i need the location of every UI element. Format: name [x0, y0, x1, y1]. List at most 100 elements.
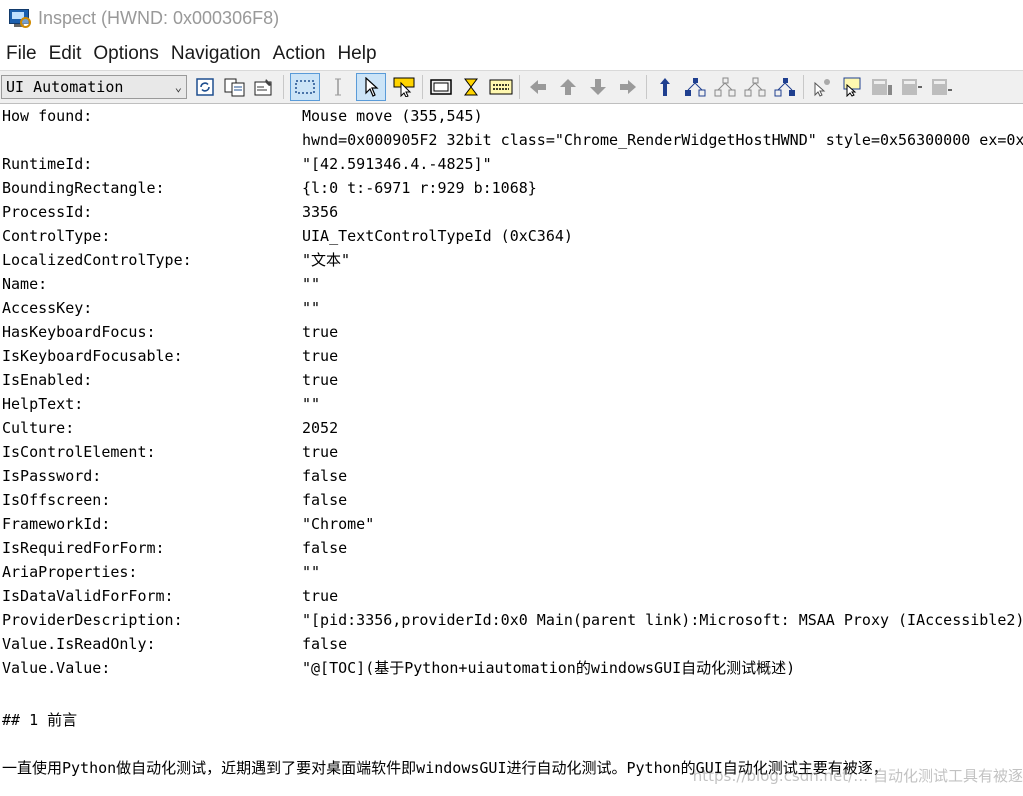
property-value: "文本": [302, 251, 351, 269]
inspect-app-icon: [8, 8, 31, 28]
property-value: true: [302, 587, 339, 605]
property-row[interactable]: How found: Mouse move (355,545): [0, 104, 1023, 128]
navigate-up-icon[interactable]: [556, 75, 580, 99]
property-value: UIA_TextControlTypeId (0xC364): [302, 227, 573, 245]
property-value: hwnd=0x000905F2 32bit class="Chrome_Rend…: [302, 131, 1023, 149]
property-row[interactable]: HasKeyboardFocus: true: [0, 320, 1023, 344]
property-row[interactable]: IsKeyboardFocusable: true: [0, 344, 1023, 368]
tree-next-icon[interactable]: [743, 75, 767, 99]
refresh-icon[interactable]: [193, 75, 217, 99]
toolbar-separator: [646, 75, 647, 99]
property-key: BoundingRectangle:: [2, 179, 165, 197]
property-key: ProcessId:: [2, 203, 93, 221]
toolbar-separator: [803, 75, 804, 99]
property-value: false: [302, 467, 348, 485]
menu-bar: File Edit Options Navigation Action Help: [0, 40, 1023, 68]
property-row[interactable]: IsPassword: false: [0, 464, 1023, 488]
tree-previous-icon[interactable]: [713, 75, 737, 99]
property-value: "": [302, 275, 321, 293]
property-key: ControlType:: [2, 227, 111, 245]
tooltip-icon[interactable]: [489, 75, 513, 99]
property-key: IsControlElement:: [2, 443, 156, 461]
property-value: {l:0 t:-6971 r:929 b:1068}: [302, 179, 537, 197]
property-row[interactable]: FrameworkId: "Chrome": [0, 512, 1023, 536]
menu-edit[interactable]: Edit: [43, 43, 88, 65]
property-row[interactable]: AriaProperties: "": [0, 560, 1023, 584]
title-bar: Inspect (HWND: 0x000306F8): [0, 0, 1023, 36]
navigate-left-icon[interactable]: [526, 75, 550, 99]
property-key: AriaProperties:: [2, 563, 138, 581]
menu-navigation[interactable]: Navigation: [165, 43, 267, 65]
property-value: true: [302, 347, 339, 365]
content-heading: ## 1 前言: [2, 711, 78, 729]
property-value: true: [302, 443, 339, 461]
property-key: Value.Value:: [2, 659, 111, 677]
property-row[interactable]: HelpText: "": [0, 392, 1023, 416]
select-icon[interactable]: [840, 75, 864, 99]
mode-select[interactable]: UI Automation ⌄: [1, 75, 187, 99]
property-row[interactable]: IsDataValidForForm: true: [0, 584, 1023, 608]
tree-last-child-icon[interactable]: [773, 75, 797, 99]
properties-pane[interactable]: How found: Mouse move (355,545) hwnd=0x000…: [0, 104, 1023, 796]
parent-icon[interactable]: [653, 75, 677, 99]
property-key: Name:: [2, 275, 48, 293]
navigate-right-icon[interactable]: [616, 75, 640, 99]
property-row[interactable]: Value.Value: "@[TOC](基于Python+uiautomatio…: [0, 656, 1023, 680]
property-value: "[42.591346.4.-4825]": [302, 155, 492, 173]
scroll-icon[interactable]: [870, 75, 894, 99]
property-key: RuntimeId:: [2, 155, 93, 173]
toolbar-separator: [519, 75, 520, 99]
property-value: 2052: [302, 419, 339, 437]
show-rectangle-icon[interactable]: [429, 75, 453, 99]
menu-action[interactable]: Action: [267, 43, 332, 65]
menu-help[interactable]: Help: [331, 43, 382, 65]
property-row[interactable]: LocalizedControlType: "文本": [0, 248, 1023, 272]
property-row[interactable]: hwnd=0x000905F2 32bit class="Chrome_Rend…: [0, 128, 1023, 152]
property-row[interactable]: IsRequiredForForm: false: [0, 536, 1023, 560]
watch-cursor-icon[interactable]: [356, 73, 386, 101]
property-row[interactable]: RuntimeId: "[42.591346.4.-4825]": [0, 152, 1023, 176]
expand-icon[interactable]: [900, 75, 924, 99]
properties-icon[interactable]: [253, 75, 277, 99]
property-row[interactable]: AccessKey: "": [0, 296, 1023, 320]
window-title: Inspect (HWND: 0x000306F8): [38, 7, 280, 28]
tree-first-child-icon[interactable]: [683, 75, 707, 99]
property-key: IsPassword:: [2, 467, 102, 485]
toolbar-separator: [283, 75, 284, 99]
property-row[interactable]: ProviderDescription: "[pid:3356,providerI…: [0, 608, 1023, 632]
default-action-icon[interactable]: [810, 75, 834, 99]
navigate-down-icon[interactable]: [586, 75, 610, 99]
property-key: ProviderDescription:: [2, 611, 183, 629]
copy-icon[interactable]: [223, 75, 247, 99]
property-value: Mouse move (355,545): [302, 107, 483, 125]
watch-focus-icon[interactable]: [290, 73, 320, 101]
property-key: IsEnabled:: [2, 371, 93, 389]
collapse-icon[interactable]: [930, 75, 954, 99]
property-row[interactable]: BoundingRectangle: {l:0 t:-6971 r:929 b:1…: [0, 176, 1023, 200]
property-key: HelpText:: [2, 395, 84, 413]
property-key: LocalizedControlType:: [2, 251, 192, 269]
property-row[interactable]: IsControlElement: true: [0, 440, 1023, 464]
toolbar-separator: [422, 75, 423, 99]
menu-file[interactable]: File: [0, 43, 43, 65]
hourglass-icon[interactable]: [459, 75, 483, 99]
property-value: false: [302, 491, 348, 509]
property-key: FrameworkId:: [2, 515, 111, 533]
property-row[interactable]: Name: "": [0, 272, 1023, 296]
property-key: AccessKey:: [2, 299, 93, 317]
highlight-icon[interactable]: [392, 75, 416, 99]
property-row[interactable]: Value.IsReadOnly: false: [0, 632, 1023, 656]
property-key: IsRequiredForForm:: [2, 539, 165, 557]
property-row[interactable]: ProcessId: 3356: [0, 200, 1023, 224]
property-row[interactable]: IsOffscreen: false: [0, 488, 1023, 512]
property-value: true: [302, 323, 339, 341]
menu-options[interactable]: Options: [87, 43, 164, 65]
toolbar: UI Automation ⌄: [0, 70, 1023, 104]
watch-caret-icon[interactable]: [326, 75, 350, 99]
property-row[interactable]: ControlType: UIA_TextControlTypeId (0xC36…: [0, 224, 1023, 248]
property-value: false: [302, 539, 348, 557]
property-key: IsDataValidForForm:: [2, 587, 174, 605]
property-row[interactable]: Culture: 2052: [0, 416, 1023, 440]
property-row[interactable]: IsEnabled: true: [0, 368, 1023, 392]
chevron-down-icon: ⌄: [174, 80, 182, 94]
